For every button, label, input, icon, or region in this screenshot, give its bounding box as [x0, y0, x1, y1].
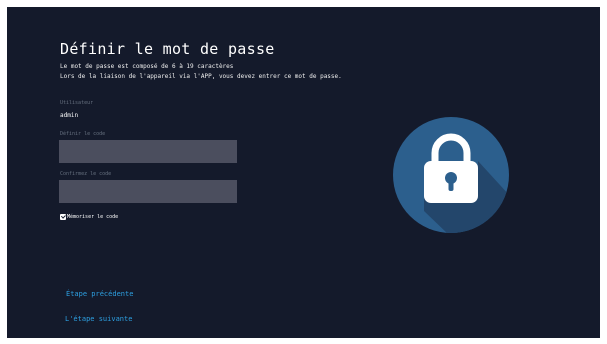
page-title: Définir le mot de passe: [60, 40, 275, 58]
description-binding: Lors de la liaison de l'appareil via l'A…: [60, 73, 342, 80]
confirm-password-field[interactable]: [59, 180, 237, 203]
previous-step-link[interactable]: Étape précédente: [66, 290, 133, 298]
password-field[interactable]: [59, 140, 237, 163]
remember-label: Mémoriser le code: [67, 214, 119, 220]
remember-code-option[interactable]: Mémoriser le code: [60, 214, 118, 220]
confirm-label: Confirmez le code: [60, 171, 112, 177]
padlock-icon: [393, 117, 509, 233]
next-step-link[interactable]: L'étape suivante: [65, 315, 132, 323]
description-length: Le mot de passe est composé de 6 à 19 ca…: [60, 63, 234, 70]
remember-checkbox[interactable]: [60, 214, 66, 220]
code-label: Définir le code: [60, 131, 106, 137]
user-label: Utilisateur: [60, 100, 94, 106]
password-setup-screen: Définir le mot de passe Le mot de passe …: [7, 7, 600, 338]
user-value: admin: [60, 112, 79, 119]
